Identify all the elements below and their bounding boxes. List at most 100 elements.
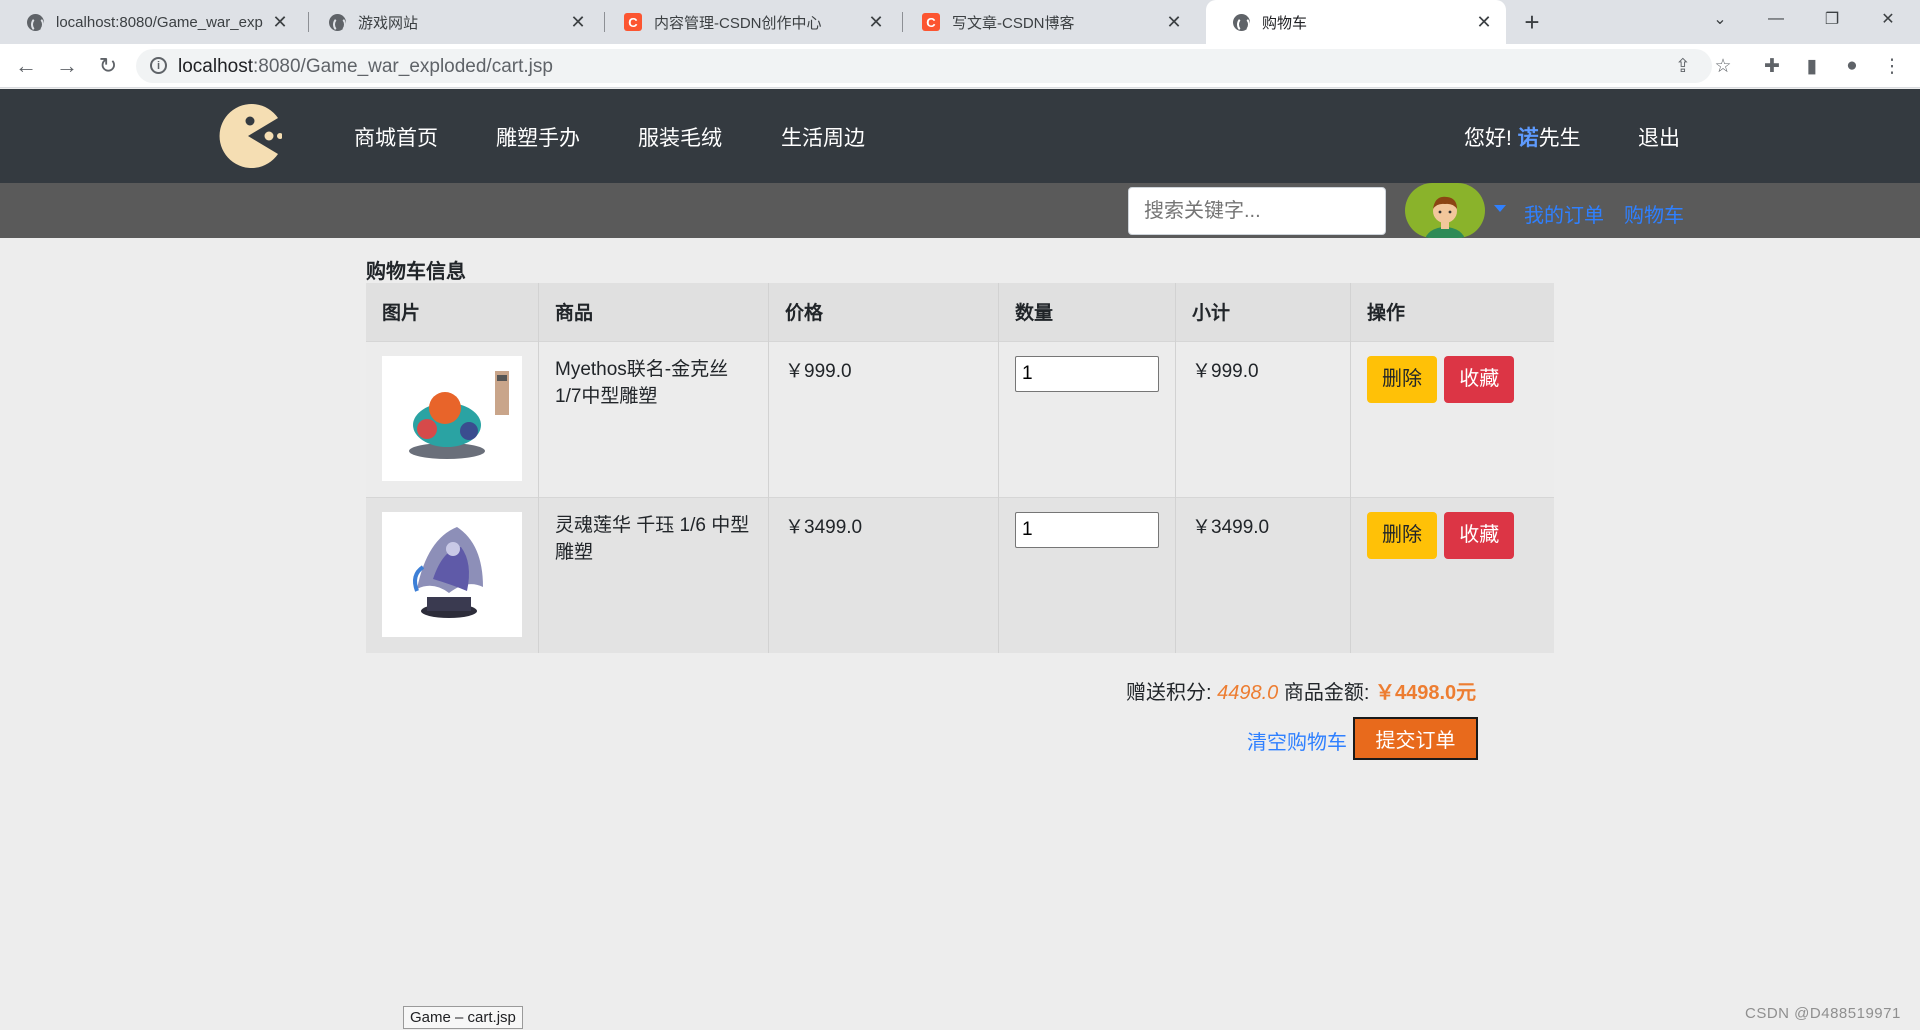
browser-tabstrip: localhost:8080/Game_war_exp ✕ 游戏网站 ✕ C 内… xyxy=(0,0,1920,44)
points-value: 4498.0 xyxy=(1217,682,1279,704)
close-tab-icon[interactable]: ✕ xyxy=(866,12,886,32)
price-cell: ￥999.0 xyxy=(768,340,999,497)
nav-sculptures[interactable]: 雕塑手办 xyxy=(496,122,580,152)
browser-toolbar: ← → ↻ i localhost:8080/Game_war_exploded… xyxy=(0,44,1920,88)
tab-title: localhost:8080/Game_war_exp xyxy=(56,13,263,31)
delete-button[interactable]: 删除 xyxy=(1367,511,1437,559)
chevron-down-icon[interactable] xyxy=(1494,205,1506,212)
product-image[interactable] xyxy=(382,511,522,637)
sculpture-figure-image xyxy=(413,527,483,618)
pacman-logo-icon[interactable] xyxy=(214,104,282,168)
browser-tab-active[interactable]: 购物车 ✕ xyxy=(1206,0,1506,44)
quantity-input[interactable] xyxy=(1015,511,1159,548)
column-header-actions: 操作 xyxy=(1350,283,1554,341)
quantity-input[interactable] xyxy=(1015,355,1159,392)
menu-icon[interactable]: ⋮ xyxy=(1876,50,1908,82)
tab-title: 写文章-CSDN博客 xyxy=(952,14,1075,32)
browser-tab-3[interactable]: C 内容管理-CSDN创作中心 ✕ xyxy=(598,0,898,44)
tab-title: 内容管理-CSDN创作中心 xyxy=(654,14,822,32)
back-icon[interactable]: ← xyxy=(10,50,42,82)
browser-tab-4[interactable]: C 写文章-CSDN博客 ✕ xyxy=(896,0,1196,44)
submit-order-button[interactable]: 提交订单 xyxy=(1353,717,1478,760)
amount-value: ￥4498.0元 xyxy=(1374,682,1477,704)
actions-cell: 删除 收藏 xyxy=(1350,496,1554,653)
browser-tab-2[interactable]: 游戏网站 ✕ xyxy=(302,0,600,44)
side-panel-icon[interactable]: ▮ xyxy=(1796,50,1828,82)
globe-icon xyxy=(26,13,44,32)
product-name[interactable]: 灵魂莲华 千珏 1/6 中型雕塑 xyxy=(555,512,752,566)
reload-icon[interactable]: ↻ xyxy=(92,50,124,82)
subtotal-cell: ￥3499.0 xyxy=(1175,496,1351,653)
image-cell xyxy=(366,340,539,497)
cart-link[interactable]: 购物车 xyxy=(1624,199,1684,228)
column-header-quantity: 数量 xyxy=(998,283,1176,341)
search-input[interactable] xyxy=(1128,187,1386,235)
close-tab-icon[interactable]: ✕ xyxy=(1164,12,1184,32)
minimize-icon[interactable]: — xyxy=(1748,0,1804,38)
actions-cell: 删除 收藏 xyxy=(1350,340,1554,497)
cart-title: 购物车信息 xyxy=(366,261,466,283)
site-subbar: 我的订单 购物车 xyxy=(0,183,1920,238)
delete-button[interactable]: 删除 xyxy=(1367,355,1437,403)
amount-label: 商品金额: xyxy=(1283,682,1375,704)
product-subtotal: ￥3499.0 xyxy=(1192,516,1270,538)
new-tab-button[interactable]: + xyxy=(1516,6,1548,38)
product-name-cell: Myethos联名-金克丝1/7中型雕塑 xyxy=(538,340,769,497)
quantity-cell xyxy=(998,340,1176,497)
share-icon[interactable]: ⇪ xyxy=(1667,50,1699,82)
cart-summary: 赠送积分: 4498.0 商品金额: ￥4498.0元 xyxy=(1126,676,1476,705)
nav-apparel[interactable]: 服装毛绒 xyxy=(638,122,722,152)
table-header-row: 图片 商品 价格 数量 小计 操作 xyxy=(366,283,1554,341)
column-header-subtotal: 小计 xyxy=(1175,283,1351,341)
logout-link[interactable]: 退出 xyxy=(1638,122,1680,152)
profile-icon[interactable]: ● xyxy=(1836,50,1868,82)
table-row: 灵魂莲华 千珏 1/6 中型雕塑 ￥3499.0 ￥3499.0 删除 收藏 xyxy=(366,496,1554,653)
csdn-icon: C xyxy=(624,13,642,31)
favorite-button[interactable]: 收藏 xyxy=(1444,355,1515,403)
nav-lifestyle[interactable]: 生活周边 xyxy=(781,122,865,152)
sculpture-figure-image xyxy=(409,371,509,459)
quantity-cell xyxy=(998,496,1176,653)
cart-table: 图片 商品 价格 数量 小计 操作 Myethos联名-金克丝1/7中型雕塑 ￥… xyxy=(366,283,1554,653)
user-greeting: 您好! 诺先生 xyxy=(1464,127,1581,150)
avatar[interactable] xyxy=(1405,183,1485,238)
product-subtotal: ￥999.0 xyxy=(1192,360,1259,382)
restore-icon[interactable]: ❐ xyxy=(1804,0,1860,38)
watermark: CSDN @D488519971 xyxy=(1745,1005,1901,1022)
image-cell xyxy=(366,496,539,653)
close-window-icon[interactable]: ✕ xyxy=(1860,0,1916,38)
bookmark-star-icon[interactable]: ☆ xyxy=(1707,50,1739,82)
address-bar[interactable]: i localhost:8080/Game_war_exploded/cart.… xyxy=(136,49,1712,83)
status-tooltip: Game – cart.jsp xyxy=(403,1006,523,1029)
tab-search-icon[interactable]: ⌄ xyxy=(1692,0,1748,38)
globe-icon xyxy=(1232,13,1250,32)
globe-icon xyxy=(328,13,346,32)
site-info-icon[interactable]: i xyxy=(150,57,167,74)
table-row: Myethos联名-金克丝1/7中型雕塑 ￥999.0 ￥999.0 删除 收藏 xyxy=(366,340,1554,497)
product-name[interactable]: Myethos联名-金克丝1/7中型雕塑 xyxy=(555,356,752,410)
nav-home[interactable]: 商城首页 xyxy=(354,122,438,152)
close-tab-icon[interactable]: ✕ xyxy=(1474,12,1494,32)
subtotal-cell: ￥999.0 xyxy=(1175,340,1351,497)
tab-title: 购物车 xyxy=(1262,14,1308,32)
site-navbar: 商城首页 雕塑手办 服装毛绒 生活周边 您好! 诺先生 退出 xyxy=(0,89,1920,183)
user-avatar-icon xyxy=(1425,196,1465,238)
column-header-price: 价格 xyxy=(768,283,999,341)
csdn-icon: C xyxy=(922,13,940,31)
column-header-product: 商品 xyxy=(538,283,769,341)
clear-cart-link[interactable]: 清空购物车 xyxy=(1247,726,1347,755)
close-tab-icon[interactable]: ✕ xyxy=(568,12,588,32)
browser-tab-1[interactable]: localhost:8080/Game_war_exp ✕ xyxy=(0,0,302,44)
price-cell: ￥3499.0 xyxy=(768,496,999,653)
my-orders-link[interactable]: 我的订单 xyxy=(1524,199,1604,228)
forward-icon[interactable]: → xyxy=(51,50,83,82)
product-price: ￥3499.0 xyxy=(785,516,863,538)
favorite-button[interactable]: 收藏 xyxy=(1444,511,1515,559)
product-image[interactable] xyxy=(382,355,522,481)
column-header-image: 图片 xyxy=(366,283,539,341)
close-tab-icon[interactable]: ✕ xyxy=(270,12,290,32)
extensions-icon[interactable]: ✚ xyxy=(1756,50,1788,82)
product-price: ￥999.0 xyxy=(785,360,852,382)
url-text: localhost:8080/Game_war_exploded/cart.js… xyxy=(178,56,553,77)
tab-title: 游戏网站 xyxy=(358,14,419,32)
